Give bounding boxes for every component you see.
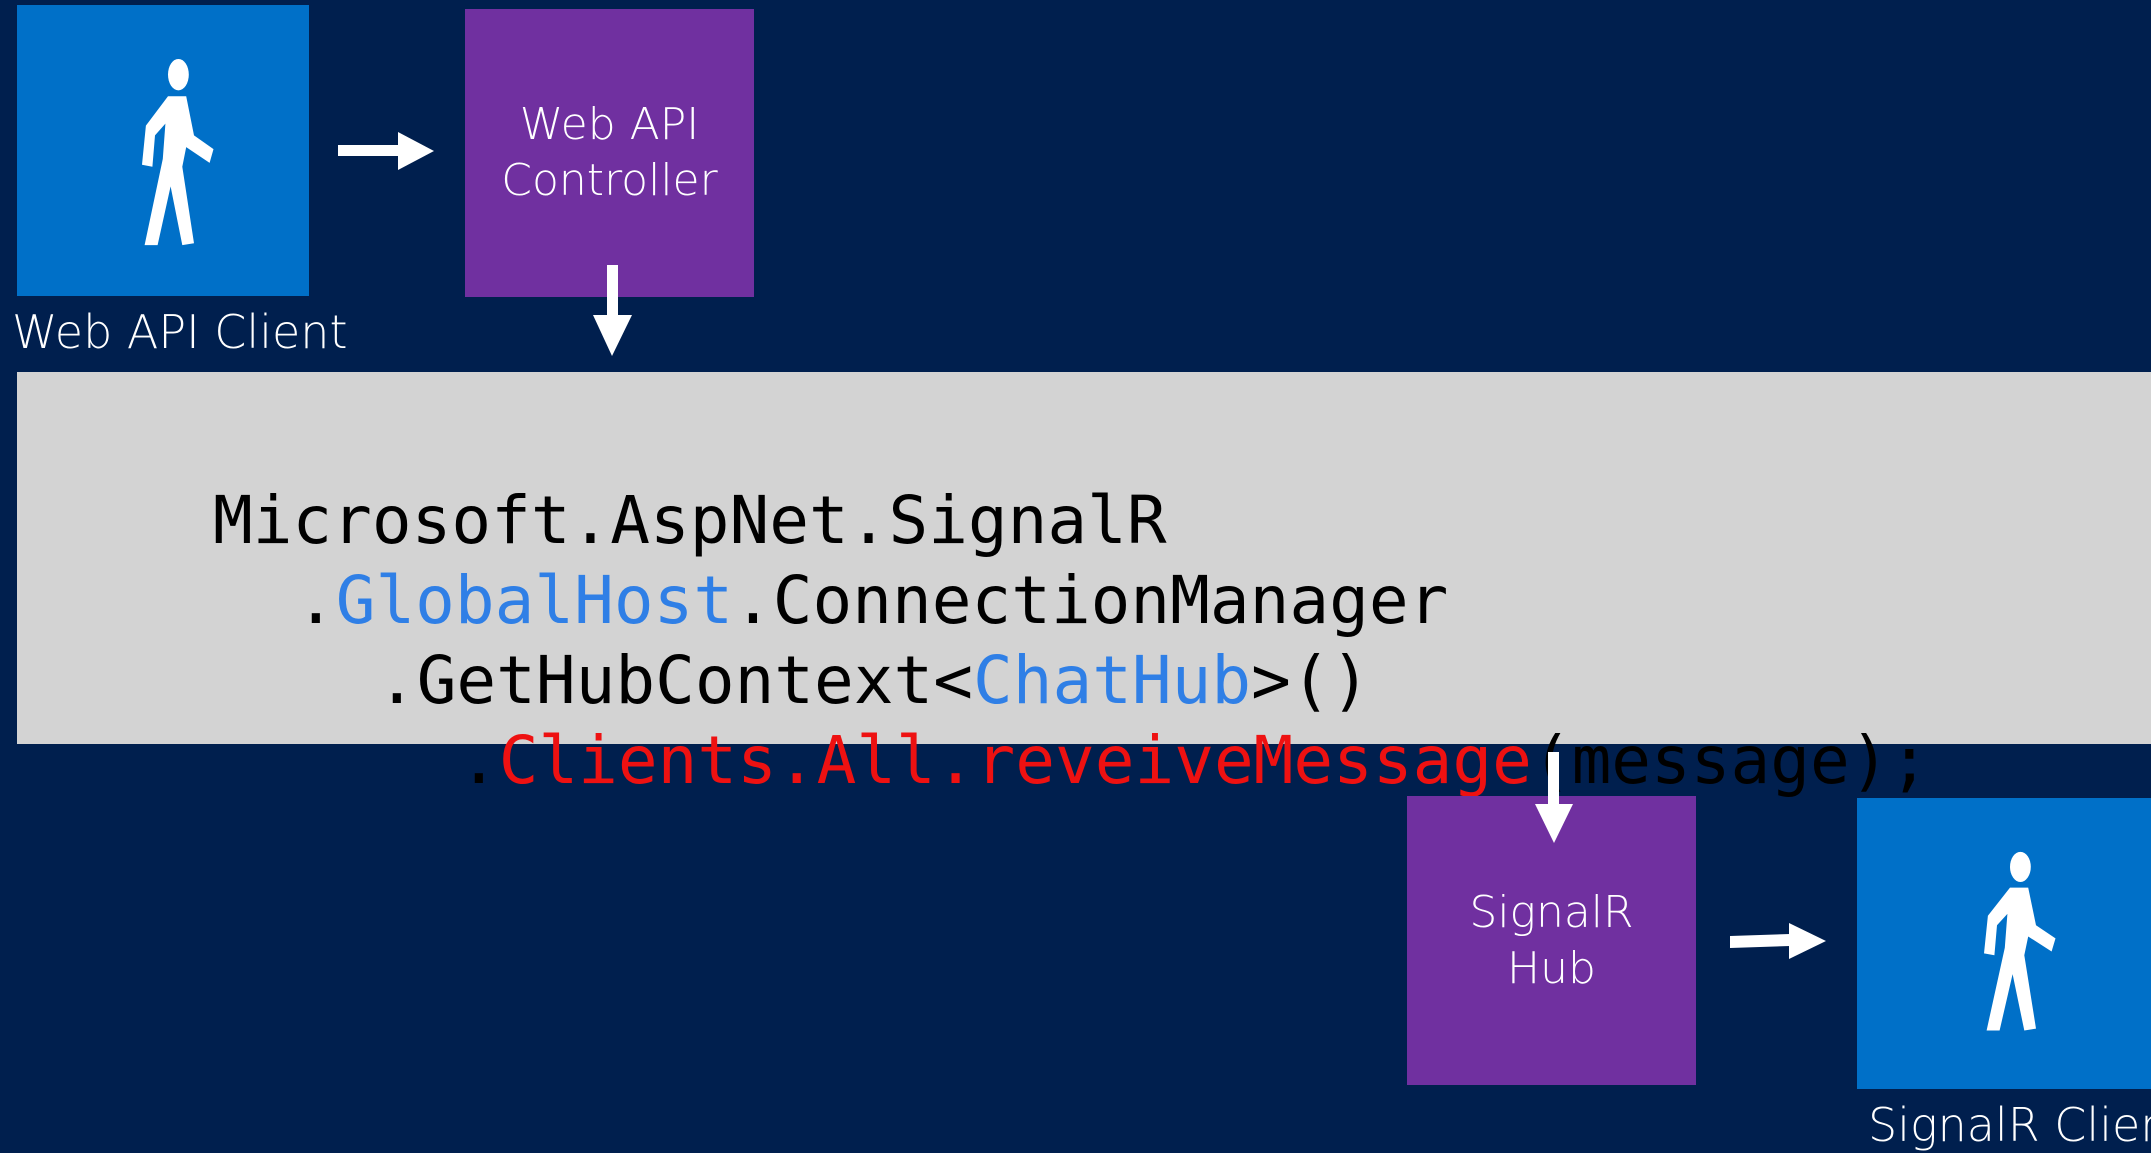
arrow-icon bbox=[593, 265, 632, 356]
arrow-icon bbox=[1730, 923, 1826, 959]
arrow-icon bbox=[338, 132, 434, 170]
flow-arrows bbox=[338, 132, 1826, 959]
arrow-icon bbox=[1535, 752, 1573, 843]
